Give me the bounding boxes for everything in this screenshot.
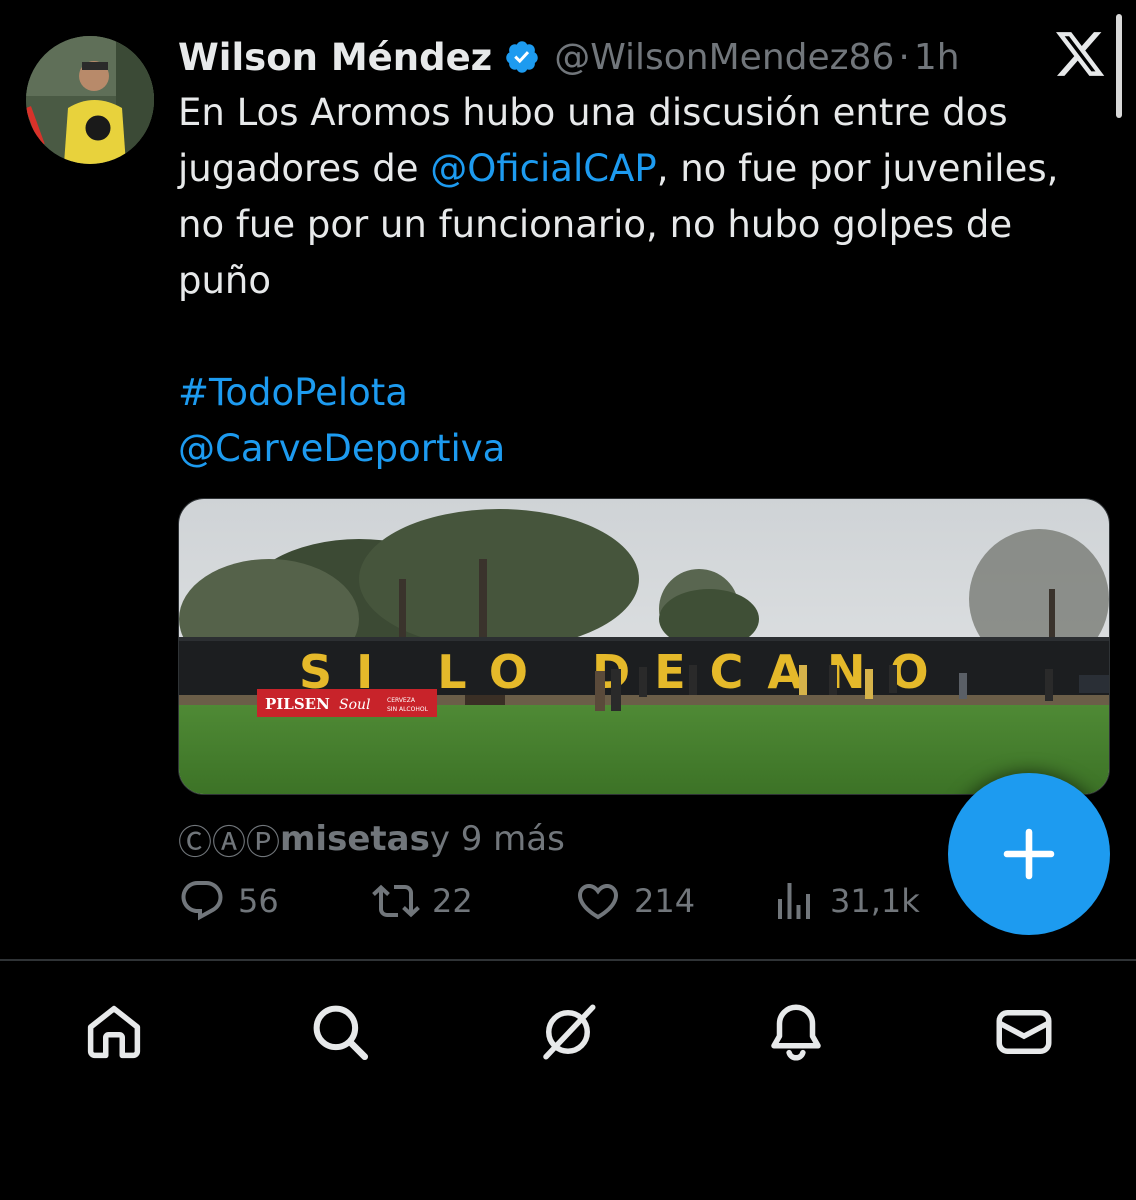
- bottom-nav: [0, 962, 1136, 1200]
- like-count: 214: [634, 882, 696, 920]
- bell-icon: [771, 1004, 821, 1061]
- views-button[interactable]: 31,1k: [770, 870, 920, 932]
- reply-count: 56: [238, 882, 279, 920]
- photo-illustration: SI LO DECANO PILSEN Soul CERVEZA SIN ALC…: [179, 499, 1109, 794]
- sign-small: SIN ALCOHOL: [387, 706, 429, 713]
- nav-home[interactable]: [74, 992, 154, 1072]
- nav-messages[interactable]: [984, 992, 1064, 1072]
- tweet-line: puño: [178, 259, 272, 302]
- reactions-line[interactable]: ⒸⒶⓅ misetas y 9 más: [178, 812, 565, 866]
- like-button[interactable]: 214: [574, 870, 695, 932]
- reaction-user: misetas: [280, 819, 430, 859]
- grok-icon: [543, 1004, 596, 1060]
- reply-button[interactable]: 56: [178, 870, 279, 932]
- sign-small: CERVEZA: [387, 697, 416, 704]
- heart-icon: [577, 884, 619, 920]
- mail-icon: [996, 1010, 1052, 1054]
- user-handle[interactable]: @WilsonMendez86: [554, 37, 894, 78]
- sign-script: Soul: [339, 697, 371, 713]
- plus-icon: [1003, 828, 1055, 880]
- nav-notifications[interactable]: [756, 992, 836, 1072]
- tweet-line: En Los Aromos hubo una discusión entre d…: [178, 91, 1008, 134]
- timestamp[interactable]: 1h: [914, 37, 960, 78]
- reply-icon: [181, 881, 223, 921]
- avatar-image: [26, 36, 154, 164]
- scrollbar[interactable]: [1116, 14, 1122, 118]
- tweet-text: En Los Aromos hubo una discusión entre d…: [178, 85, 1108, 477]
- tweet-photo[interactable]: SI LO DECANO PILSEN Soul CERVEZA SIN ALC…: [178, 498, 1110, 795]
- hashtag-link[interactable]: #TodoPelota: [178, 365, 1108, 421]
- x-logo-icon[interactable]: [1056, 32, 1106, 78]
- search-icon: [313, 1005, 369, 1061]
- separator-dot: ·: [898, 36, 910, 78]
- reaction-suffix: y 9 más: [429, 819, 565, 859]
- views-icon: [778, 883, 810, 919]
- nav-divider: [0, 959, 1136, 961]
- tweet-line: no fue por un funcionario, no hubo golpe…: [178, 203, 1013, 246]
- tweet-line: jugadores de @OficialCAP, no fue por juv…: [178, 141, 1108, 197]
- tweet-text-segment: jugadores de: [178, 147, 431, 190]
- nav-search[interactable]: [300, 992, 380, 1072]
- mention-link[interactable]: @CarveDeportiva: [178, 421, 1108, 477]
- avatar[interactable]: [26, 36, 154, 164]
- verified-badge-icon: [506, 41, 538, 73]
- tweet-header: Wilson Méndez @WilsonMendez86 · 1h: [178, 30, 960, 84]
- display-name[interactable]: Wilson Méndez: [178, 36, 492, 79]
- retweet-icon: [372, 884, 420, 918]
- retweet-button[interactable]: 22: [372, 870, 473, 932]
- compose-button[interactable]: [948, 773, 1110, 935]
- tweet-text-segment: , no fue por juveniles,: [656, 147, 1059, 190]
- mention-link[interactable]: @OficialCAP: [430, 147, 656, 190]
- home-icon: [87, 1005, 141, 1059]
- views-count: 31,1k: [830, 882, 920, 920]
- sign-brand: PILSEN: [265, 695, 330, 713]
- nav-grok[interactable]: [528, 992, 608, 1072]
- retweet-count: 22: [432, 882, 473, 920]
- reaction-glyphs: ⒸⒶⓅ: [178, 822, 280, 863]
